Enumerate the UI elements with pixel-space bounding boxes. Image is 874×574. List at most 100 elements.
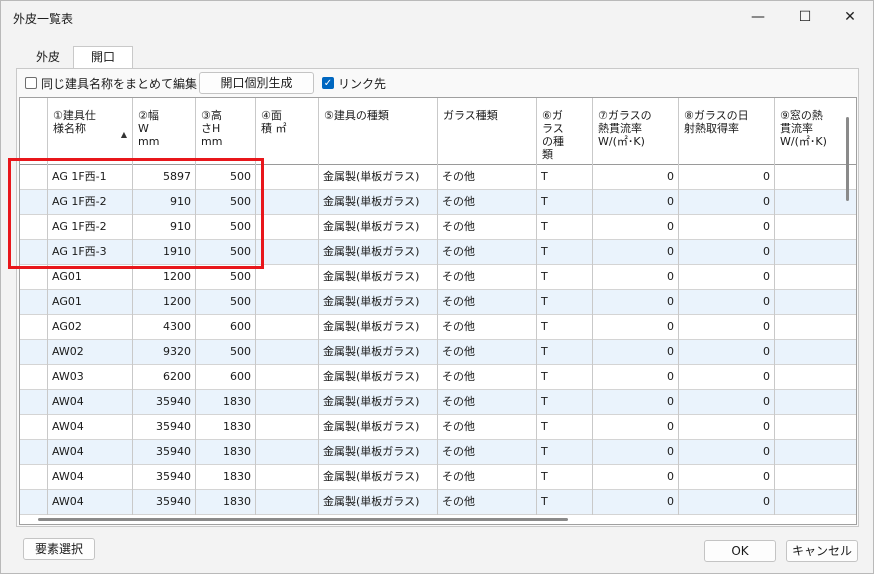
cell-area[interactable] <box>256 215 319 240</box>
cell-select-col[interactable] <box>20 365 48 390</box>
cell-select-col[interactable] <box>20 190 48 215</box>
cell-glass-u-value[interactable]: 0 <box>593 315 679 340</box>
cell-fitting-type[interactable]: 金属製(単板ガラス) <box>319 390 438 415</box>
cell-spec-name[interactable]: AG01 <box>48 265 133 290</box>
cell-spec-name[interactable]: AW04 <box>48 440 133 465</box>
cell-glass-u-value[interactable]: 0 <box>593 290 679 315</box>
vertical-scrollbar[interactable] <box>846 117 849 201</box>
cell-area[interactable] <box>256 290 319 315</box>
table-row[interactable]: AW03 6200 600 金属製(単板ガラス) その他 T 0 0 <box>20 365 856 390</box>
cell-height[interactable]: 1830 <box>196 390 256 415</box>
cell-fitting-type[interactable]: 金属製(単板ガラス) <box>319 315 438 340</box>
cell-select-col[interactable] <box>20 390 48 415</box>
cell-window-u-value[interactable] <box>775 315 856 340</box>
cell-window-u-value[interactable] <box>775 365 856 390</box>
cell-width[interactable]: 5897 <box>133 165 196 190</box>
cell-spec-name[interactable]: AG 1F西-1 <box>48 165 133 190</box>
cell-glass-kind[interactable]: その他 <box>438 365 537 390</box>
cell-area[interactable] <box>256 340 319 365</box>
cell-glass-kind[interactable]: その他 <box>438 215 537 240</box>
header-glass-u-value[interactable]: ⑦ガラスの 熱貫流率 W/(㎡･K) <box>593 98 679 165</box>
cell-fitting-type[interactable]: 金属製(単板ガラス) <box>319 265 438 290</box>
cell-width[interactable]: 6200 <box>133 365 196 390</box>
cell-spec-name[interactable]: AG 1F西-2 <box>48 190 133 215</box>
cell-window-u-value[interactable] <box>775 265 856 290</box>
horizontal-scrollbar[interactable] <box>19 515 843 523</box>
cell-fitting-type[interactable]: 金属製(単板ガラス) <box>319 190 438 215</box>
cell-fitting-type[interactable]: 金属製(単板ガラス) <box>319 340 438 365</box>
cell-glass-type[interactable]: T <box>537 240 593 265</box>
cell-select-col[interactable] <box>20 440 48 465</box>
cell-window-u-value[interactable] <box>775 415 856 440</box>
cell-fitting-type[interactable]: 金属製(単板ガラス) <box>319 165 438 190</box>
cell-select-col[interactable] <box>20 315 48 340</box>
cell-window-u-value[interactable] <box>775 165 856 190</box>
cell-height[interactable]: 500 <box>196 265 256 290</box>
cell-select-col[interactable] <box>20 165 48 190</box>
cell-area[interactable] <box>256 240 319 265</box>
cell-select-col[interactable] <box>20 340 48 365</box>
table-row[interactable]: AW02 9320 500 金属製(単板ガラス) その他 T 0 0 <box>20 340 856 365</box>
cell-window-u-value[interactable] <box>775 440 856 465</box>
cell-glass-u-value[interactable]: 0 <box>593 390 679 415</box>
cell-spec-name[interactable]: AW03 <box>48 365 133 390</box>
cell-glass-solar-gain[interactable]: 0 <box>679 365 775 390</box>
table-row[interactable]: AW04 35940 1830 金属製(単板ガラス) その他 T 0 0 <box>20 415 856 440</box>
cell-glass-solar-gain[interactable]: 0 <box>679 215 775 240</box>
cell-glass-solar-gain[interactable]: 0 <box>679 340 775 365</box>
cell-glass-solar-gain[interactable]: 0 <box>679 465 775 490</box>
table-row[interactable]: AG 1F西-2 910 500 金属製(単板ガラス) その他 T 0 0 <box>20 190 856 215</box>
cell-height[interactable]: 500 <box>196 240 256 265</box>
cell-width[interactable]: 910 <box>133 190 196 215</box>
cell-fitting-type[interactable]: 金属製(単板ガラス) <box>319 490 438 515</box>
cell-spec-name[interactable]: AG 1F西-3 <box>48 240 133 265</box>
tab-outer-skin[interactable]: 外皮 <box>24 46 72 68</box>
cell-width[interactable]: 4300 <box>133 315 196 340</box>
table-row[interactable]: AG 1F西-2 910 500 金属製(単板ガラス) その他 T 0 0 <box>20 215 856 240</box>
cell-height[interactable]: 500 <box>196 190 256 215</box>
cell-glass-kind[interactable]: その他 <box>438 340 537 365</box>
cell-glass-u-value[interactable]: 0 <box>593 215 679 240</box>
cell-fitting-type[interactable]: 金属製(単板ガラス) <box>319 215 438 240</box>
checkmark-icon[interactable]: ✓ <box>322 77 334 89</box>
cell-area[interactable] <box>256 415 319 440</box>
cell-glass-type[interactable]: T <box>537 465 593 490</box>
table-row[interactable]: AW04 35940 1830 金属製(単板ガラス) その他 T 0 0 <box>20 490 856 515</box>
cell-width[interactable]: 910 <box>133 215 196 240</box>
cell-glass-solar-gain[interactable]: 0 <box>679 315 775 340</box>
cell-glass-solar-gain[interactable]: 0 <box>679 165 775 190</box>
select-element-button[interactable]: 要素選択 <box>23 538 95 560</box>
cell-width[interactable]: 35940 <box>133 465 196 490</box>
header-width[interactable]: ②幅 W mm <box>133 98 196 165</box>
tab-openings[interactable]: 開口 <box>73 46 133 69</box>
cell-height[interactable]: 500 <box>196 165 256 190</box>
cell-width[interactable]: 9320 <box>133 340 196 365</box>
cell-select-col[interactable] <box>20 490 48 515</box>
cell-window-u-value[interactable] <box>775 240 856 265</box>
cell-glass-u-value[interactable]: 0 <box>593 440 679 465</box>
cell-fitting-type[interactable]: 金属製(単板ガラス) <box>319 240 438 265</box>
table-row[interactable]: AW04 35940 1830 金属製(単板ガラス) その他 T 0 0 <box>20 465 856 490</box>
merge-names-checkbox[interactable]: 同じ建具名称をまとめて編集 <box>25 73 197 93</box>
cell-area[interactable] <box>256 490 319 515</box>
cell-glass-type[interactable]: T <box>537 365 593 390</box>
cell-select-col[interactable] <box>20 240 48 265</box>
cell-glass-type[interactable]: T <box>537 315 593 340</box>
cell-glass-u-value[interactable]: 0 <box>593 165 679 190</box>
cell-window-u-value[interactable] <box>775 465 856 490</box>
cell-area[interactable] <box>256 190 319 215</box>
cell-glass-kind[interactable]: その他 <box>438 240 537 265</box>
cell-spec-name[interactable]: AG 1F西-2 <box>48 215 133 240</box>
cell-area[interactable] <box>256 265 319 290</box>
cell-glass-type[interactable]: T <box>537 290 593 315</box>
cell-width[interactable]: 1910 <box>133 240 196 265</box>
cell-fitting-type[interactable]: 金属製(単板ガラス) <box>319 415 438 440</box>
cell-glass-u-value[interactable]: 0 <box>593 365 679 390</box>
cell-width[interactable]: 35940 <box>133 390 196 415</box>
cell-glass-kind[interactable]: その他 <box>438 465 537 490</box>
cell-spec-name[interactable]: AW04 <box>48 415 133 440</box>
cell-height[interactable]: 600 <box>196 315 256 340</box>
maximize-icon[interactable]: ☐ <box>782 1 828 33</box>
cell-glass-type[interactable]: T <box>537 190 593 215</box>
cell-spec-name[interactable]: AW02 <box>48 340 133 365</box>
